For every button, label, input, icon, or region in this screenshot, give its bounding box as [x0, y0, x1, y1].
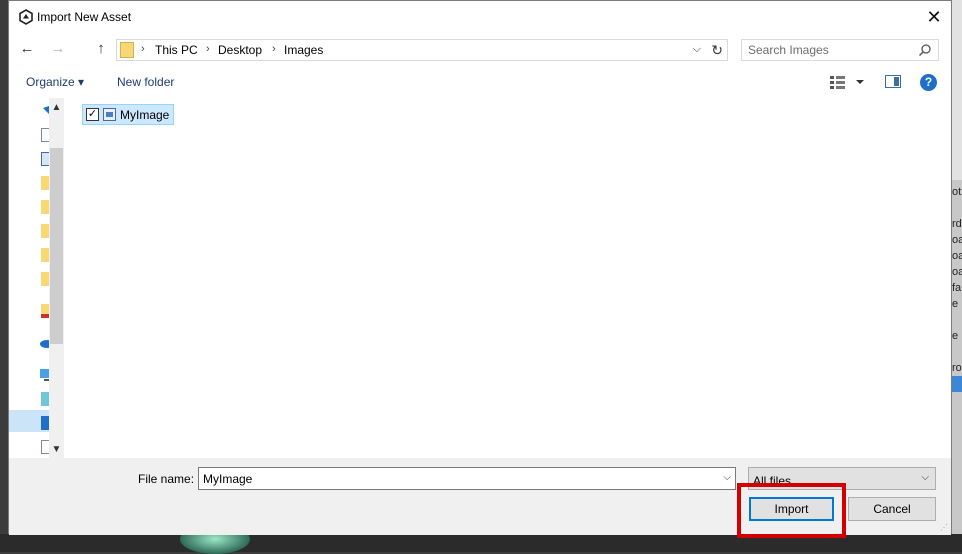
chevron-down-icon[interactable]: ⌵	[723, 472, 731, 483]
help-icon[interactable]: ?	[920, 74, 937, 91]
close-icon[interactable]: ✕	[923, 6, 945, 28]
forward-arrow-icon[interactable]: →	[49, 40, 67, 58]
background-text: ot	[952, 186, 962, 198]
chevron-right-icon: ›	[206, 43, 210, 55]
window-title: Import New Asset	[37, 10, 132, 24]
background-text: oa	[952, 266, 962, 278]
background-panel	[952, 0, 962, 180]
navigation-bar: ← → ↑ › This PC › Desktop › Images ⌵ ↻ S…	[9, 33, 951, 66]
chevron-right-icon: ›	[141, 43, 145, 55]
search-input[interactable]: Search Images	[741, 39, 939, 61]
checkbox[interactable]: ✓	[86, 108, 99, 121]
new-folder-button[interactable]: New folder	[117, 75, 174, 89]
search-placeholder: Search Images	[748, 43, 829, 57]
highlight-annotation	[737, 483, 846, 538]
file-item[interactable]: ✓ MyImage	[82, 104, 174, 125]
back-arrow-icon[interactable]: ←	[18, 40, 36, 58]
file-name-label: File name:	[138, 472, 195, 486]
refresh-icon[interactable]: ↻	[711, 42, 723, 59]
command-bar: Organize ▾ New folder ?	[9, 66, 951, 99]
up-arrow-icon[interactable]: ↑	[92, 40, 110, 58]
file-name-value: MyImage	[203, 472, 253, 486]
background-selection	[952, 376, 962, 392]
scroll-up-icon[interactable]: ▲	[49, 102, 64, 113]
browser-content: ▲ ▼ ✓ MyImage	[9, 98, 951, 458]
cancel-button[interactable]: Cancel	[848, 497, 936, 521]
scroll-down-icon[interactable]: ▼	[49, 444, 64, 455]
image-file-icon	[103, 108, 116, 121]
preview-pane-icon[interactable]	[885, 75, 901, 88]
navigation-pane: ▲ ▼	[9, 98, 64, 458]
background-editor-panel: ot rd oa oa oa fa e P e ro	[952, 0, 962, 552]
resize-grip-icon[interactable]: ⋰	[940, 524, 948, 532]
nav-scrollbar[interactable]: ▲ ▼	[49, 98, 64, 458]
background-text: rd	[952, 218, 962, 230]
background-text: e	[952, 330, 959, 342]
unity-icon	[19, 9, 33, 25]
breadcrumb-this-pc[interactable]: This PC	[155, 43, 198, 57]
file-list: ✓ MyImage	[65, 98, 951, 458]
import-dialog: Import New Asset ✕ ← → ↑ › This PC › Des…	[8, 0, 952, 538]
address-bar[interactable]: › This PC › Desktop › Images ⌵ ↻	[116, 39, 728, 61]
file-name: MyImage	[120, 108, 170, 122]
search-icon	[918, 44, 931, 57]
file-name-panel: File name: MyImage ⌵ All files ⌵ Import …	[9, 458, 951, 538]
chevron-down-icon: ⌵	[921, 472, 929, 483]
title-bar: Import New Asset ✕	[9, 1, 951, 33]
breadcrumb-images[interactable]: Images	[284, 43, 323, 57]
background-text: ro	[952, 362, 962, 374]
background-text: oa	[952, 234, 962, 246]
chevron-right-icon: ›	[272, 43, 276, 55]
organize-button[interactable]: Organize ▾	[26, 75, 84, 89]
background-text: fa	[952, 282, 962, 294]
scrollbar-thumb[interactable]	[50, 148, 63, 344]
view-options-icon[interactable]	[829, 74, 867, 90]
background-text: e P	[952, 298, 962, 310]
file-name-input[interactable]: MyImage ⌵	[198, 467, 736, 490]
folder-icon	[120, 42, 134, 58]
background-text: oa	[952, 250, 962, 262]
chevron-down-icon[interactable]: ⌵	[693, 43, 701, 56]
breadcrumb-desktop[interactable]: Desktop	[218, 43, 262, 57]
